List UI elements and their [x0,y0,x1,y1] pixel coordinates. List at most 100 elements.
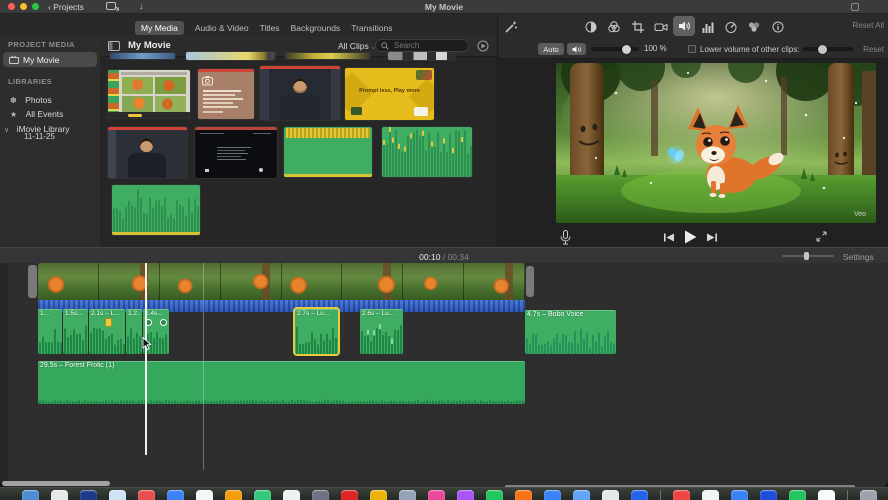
volume-slider[interactable] [591,47,639,51]
clip-filter-dropdown[interactable]: All Clips ⌵ [338,41,376,52]
dock-icon[interactable] [573,490,590,500]
dock-icon[interactable] [515,490,532,500]
clip-trim-handle-right[interactable] [526,266,534,297]
stabilization-icon[interactable] [654,20,668,34]
media-thumb-webcam-man-2[interactable] [108,127,187,178]
media-thumb-webcam-man[interactable] [260,66,340,120]
filmstrip-frame [220,263,282,300]
media-thumb-document[interactable] [198,69,254,119]
fade-handle[interactable] [160,319,167,326]
media-thumb-screenshot-grid[interactable] [108,70,190,118]
enhance-wand-icon[interactable] [504,20,518,34]
lower-volume-checkbox[interactable] [688,45,696,53]
timeline-zoom-knob[interactable] [804,252,809,260]
search-field[interactable] [375,39,469,52]
timeline-horizontal-scrollbar[interactable] [2,481,110,486]
window-corner-icon[interactable] [851,2,859,11]
previous-frame-button[interactable] [664,233,674,242]
ducking-slider[interactable] [803,47,853,51]
dock-icon[interactable] [702,490,719,500]
audio-clip-bobo-voice[interactable]: 4.7s – Bobo Voice [525,310,616,354]
dock-icon[interactable] [602,490,619,500]
dock-icon[interactable] [457,490,474,500]
dock-icon[interactable] [673,490,690,500]
dock-icon[interactable] [486,490,503,500]
noise-reduction-icon[interactable] [701,20,715,34]
star-icon: ★ [10,110,18,119]
clip-marker[interactable] [105,318,112,327]
music-clip-label: 29.5s – Forest Frolic (1) [40,362,115,369]
volume-slider-knob[interactable] [622,44,631,54]
tab-titles[interactable]: Titles [260,23,280,33]
dock-icon[interactable] [254,490,271,500]
mute-button[interactable] [567,43,586,55]
color-balance-icon[interactable] [584,20,598,34]
media-thumb-audio-clip[interactable] [284,127,372,177]
video-clip-filmstrip[interactable] [38,263,525,300]
dock-icon[interactable] [51,490,68,500]
media-thumb-partial[interactable] [110,53,175,59]
play-button[interactable] [684,230,697,244]
dock-icon[interactable] [760,490,777,500]
dock-icon[interactable] [860,490,877,500]
speed-icon[interactable] [724,20,738,34]
audio-clip[interactable]: 1... [38,309,62,354]
dock-icon[interactable] [196,490,213,500]
dock-icon[interactable] [544,490,561,500]
dock-icon[interactable] [312,490,329,500]
dock-icon[interactable] [283,490,300,500]
ducking-slider-knob[interactable] [818,44,827,54]
info-icon[interactable] [771,20,785,34]
dock-icon[interactable] [167,490,184,500]
dock-icon[interactable] [631,490,648,500]
dock-icon[interactable] [138,490,155,500]
sidebar-item-event-date[interactable]: 11-11-25 [24,132,55,141]
dock-icon[interactable] [428,490,445,500]
voiceover-mic-icon[interactable] [560,230,571,245]
volume-tool-selected[interactable] [673,16,695,36]
media-thumb-partial[interactable] [388,52,455,60]
timeline-settings-button[interactable]: Settings [843,252,874,262]
dock-icon[interactable] [109,490,126,500]
dock-icon[interactable] [818,490,835,500]
media-thumb-audio-clip[interactable] [382,127,472,177]
dock-icon[interactable] [225,490,242,500]
continuous-playback-icon[interactable] [477,40,489,52]
audio-clip[interactable]: 1.2... [126,309,142,354]
music-clip-forest-frolic[interactable]: 29.5s – Forest Frolic (1) [38,361,525,404]
dock-icon[interactable] [731,490,748,500]
auto-volume-button[interactable]: Auto [538,43,564,55]
video-viewer[interactable]: Veo [556,63,876,223]
dock-icon[interactable] [399,490,416,500]
audio-clip-selected[interactable]: 2.7s – Lu... [295,309,338,354]
color-correction-icon[interactable] [607,20,621,34]
audio-clip[interactable]: 2.6s – Lu... [360,309,403,354]
dock-icon[interactable] [789,490,806,500]
media-thumb-partial[interactable] [285,53,370,59]
media-thumb-audio-clip[interactable] [112,185,200,235]
fullscreen-icon[interactable] [816,231,827,242]
playhead[interactable] [145,263,147,455]
clip-trim-handle-left[interactable] [28,265,37,298]
search-input[interactable] [392,40,460,51]
sidebar-item-my-movie[interactable]: My Movie [3,52,97,67]
media-thumb-screen-recording[interactable] [195,127,277,178]
tab-backgrounds[interactable]: Backgrounds [291,23,341,33]
audio-clip[interactable]: 1.5s... [63,309,88,354]
tab-transitions[interactable]: Transitions [351,23,392,33]
dock-icon[interactable] [370,490,387,500]
tab-audio-video[interactable]: Audio & Video [195,23,249,33]
dock-icon[interactable] [80,490,97,500]
reset-all-button[interactable]: Reset All [852,21,884,30]
media-thumb-yellow-slide[interactable]: Prompt less, Play more [345,68,434,120]
reset-button[interactable]: Reset [863,45,884,54]
tab-my-media[interactable]: My Media [135,21,184,35]
media-thumb-partial[interactable] [186,52,275,60]
dock-icon[interactable] [22,490,39,500]
effects-icon[interactable] [747,20,761,34]
sidebar-toggle-icon[interactable] [108,41,120,51]
crop-icon[interactable] [631,20,645,34]
next-frame-button[interactable] [707,233,717,242]
dock-icon[interactable] [341,490,358,500]
audio-clip[interactable]: 2.1s – L... [89,309,125,354]
